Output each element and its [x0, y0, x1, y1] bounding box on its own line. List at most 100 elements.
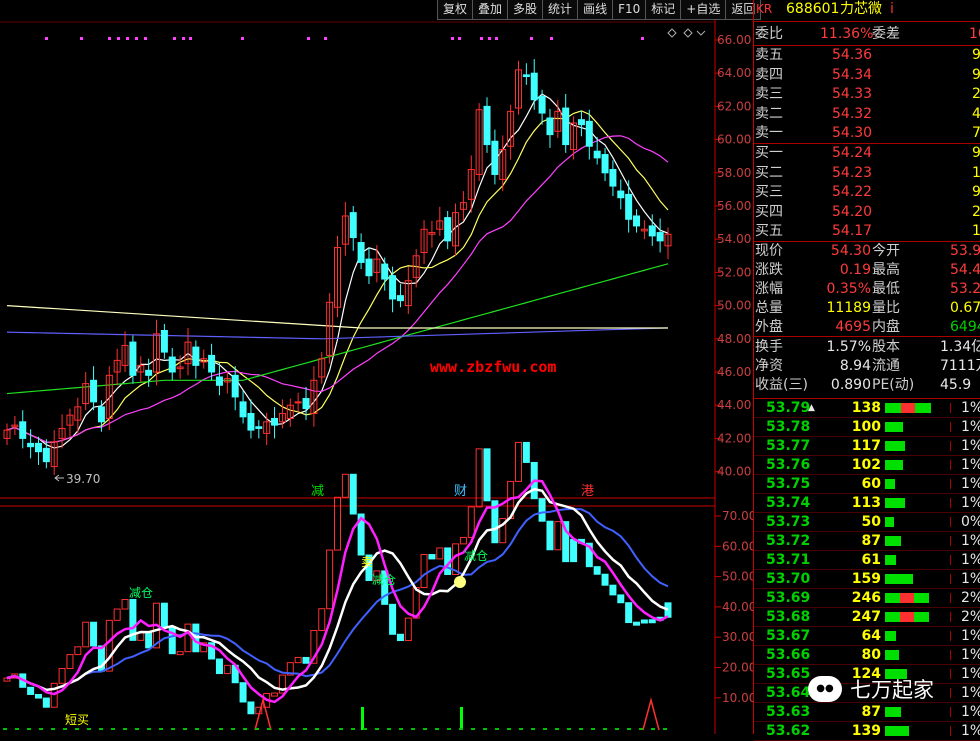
tick-row: 53.73500% [754, 513, 980, 532]
signal-dot [182, 37, 185, 40]
baseline-mark [471, 728, 475, 730]
baseline-mark [267, 728, 271, 730]
candle-body [522, 74, 530, 78]
baseline-mark [159, 728, 163, 730]
toolbar-button-7[interactable]: +自选 [681, 0, 727, 20]
tick-row: 53.701591% [754, 570, 980, 589]
weibi-row: 委比 11.36% 委差 10 [754, 25, 980, 44]
baseline-mark [459, 728, 463, 730]
indicator-bar [326, 549, 334, 610]
baseline-mark [195, 728, 199, 730]
toolbar-button-5[interactable]: F10 [613, 0, 647, 20]
baseline-mark [615, 728, 619, 730]
price-axis-label: 48.00 [717, 332, 751, 346]
baseline-mark [315, 728, 319, 730]
indicator-bar [609, 584, 617, 596]
candle-body [389, 275, 397, 300]
indicator-bar [436, 547, 444, 560]
baseline-mark [639, 728, 643, 730]
baseline-mark [147, 728, 151, 730]
reduce-position-signal: 减仓 [372, 573, 396, 587]
logo-text: 七万起家 [850, 678, 934, 702]
indicator-axis-label: 50.00 [722, 570, 753, 584]
indicator-bar [349, 473, 357, 515]
signal-dot [495, 37, 498, 40]
bid-row: 买五54.1718 [755, 223, 980, 239]
info-icon[interactable]: i [890, 0, 894, 19]
signal-dot [45, 37, 48, 40]
baseline-mark [27, 728, 31, 730]
bid-row: 买四 54.20 2 [755, 203, 980, 220]
candle-body [255, 426, 263, 429]
ask-row: 卖二 54.32 4 [755, 105, 980, 122]
candle-body [538, 95, 546, 114]
stock-header[interactable]: KR 688601 力芯微 i [754, 0, 980, 19]
baseline-mark [483, 728, 487, 730]
signal-spike [642, 697, 660, 731]
quote-row: 涨幅0.35%最低53.28 [755, 281, 980, 297]
price-axis-label: 44.00 [717, 398, 751, 412]
signal-dot [189, 37, 192, 40]
indicator-bar [113, 608, 121, 621]
kline-chart[interactable]: 66.00 64.00 62.00 60.00 58.00 56.00 54.00 52.00… [0, 0, 753, 734]
ask-row: 卖五 54.36 9 [755, 47, 980, 63]
stats-row: 收益(三) 0.890 PE(动) 45.9 [755, 377, 972, 393]
candle-body [168, 356, 176, 373]
price-axis-label: 52.00 [717, 265, 751, 279]
candle-body [585, 120, 593, 147]
baseline-mark [567, 728, 571, 730]
indicator-bar [160, 602, 168, 629]
diamond-icon[interactable] [683, 28, 693, 38]
baseline-mark [495, 728, 499, 730]
baseline-mark [87, 728, 91, 730]
baseline-mark [351, 728, 355, 730]
event-marker: 减 [311, 484, 324, 499]
toolbar-button-6[interactable]: 标记 [646, 0, 682, 20]
indicator-bar [601, 573, 609, 586]
candle-body [381, 263, 389, 280]
toolbar-button-4[interactable]: 画线 [578, 0, 614, 20]
indicator-bar [74, 646, 82, 656]
stock-name: 力芯微 [840, 1, 882, 17]
indicator-bar [145, 632, 153, 649]
candle-body [19, 421, 27, 439]
baseline-mark [99, 728, 103, 730]
chevron-down-icon[interactable] [696, 30, 706, 36]
baseline-mark [519, 728, 523, 730]
baseline-mark [663, 728, 667, 730]
signal-dot [451, 37, 454, 40]
indicator-bar [538, 498, 546, 522]
diamond-icon[interactable] [667, 28, 677, 38]
baseline-mark [111, 728, 115, 730]
candle-body [215, 376, 223, 386]
price-axis-label: 56.00 [717, 199, 751, 213]
indicator-bar [459, 536, 467, 545]
candle-body [349, 212, 357, 239]
signal-dot [324, 37, 327, 40]
price-axis-label: 50.00 [717, 299, 751, 313]
indicator-bar [137, 632, 145, 641]
tick-row: 53.75601% [754, 475, 980, 494]
indicator-bar [34, 693, 42, 699]
candle-body [247, 413, 255, 431]
baseline-mark [435, 728, 439, 730]
ask-row: 卖三 54.33 2 [755, 86, 980, 102]
bid-row: 买三 54.22 9 [755, 184, 980, 200]
indicator-bar [514, 441, 522, 482]
indicator-bar [90, 621, 98, 647]
tick-row: 53.771171% [754, 437, 980, 456]
price-axis-label: 40.00 [717, 465, 751, 479]
indicator-bar [633, 621, 641, 626]
baseline-mark [3, 728, 7, 730]
market-badge: KR [756, 2, 773, 16]
toolbar-button-3[interactable]: 统计 [543, 0, 579, 20]
toolbar-button-1[interactable]: 叠加 [473, 0, 509, 20]
indicator-bar [121, 599, 129, 610]
toolbar-button-0[interactable]: 复权 [438, 0, 474, 20]
quote-panel: KR 688601 力芯微 i 委比 11.36% 委差 10 卖五54.369… [753, 0, 980, 741]
low-price-label: 39.70 [66, 472, 100, 486]
toolbar-button-2[interactable]: 多股 [508, 0, 544, 20]
tick-row: 53.621391% [754, 722, 980, 741]
event-marker: 财 [454, 484, 467, 499]
baseline-mark [303, 728, 307, 730]
